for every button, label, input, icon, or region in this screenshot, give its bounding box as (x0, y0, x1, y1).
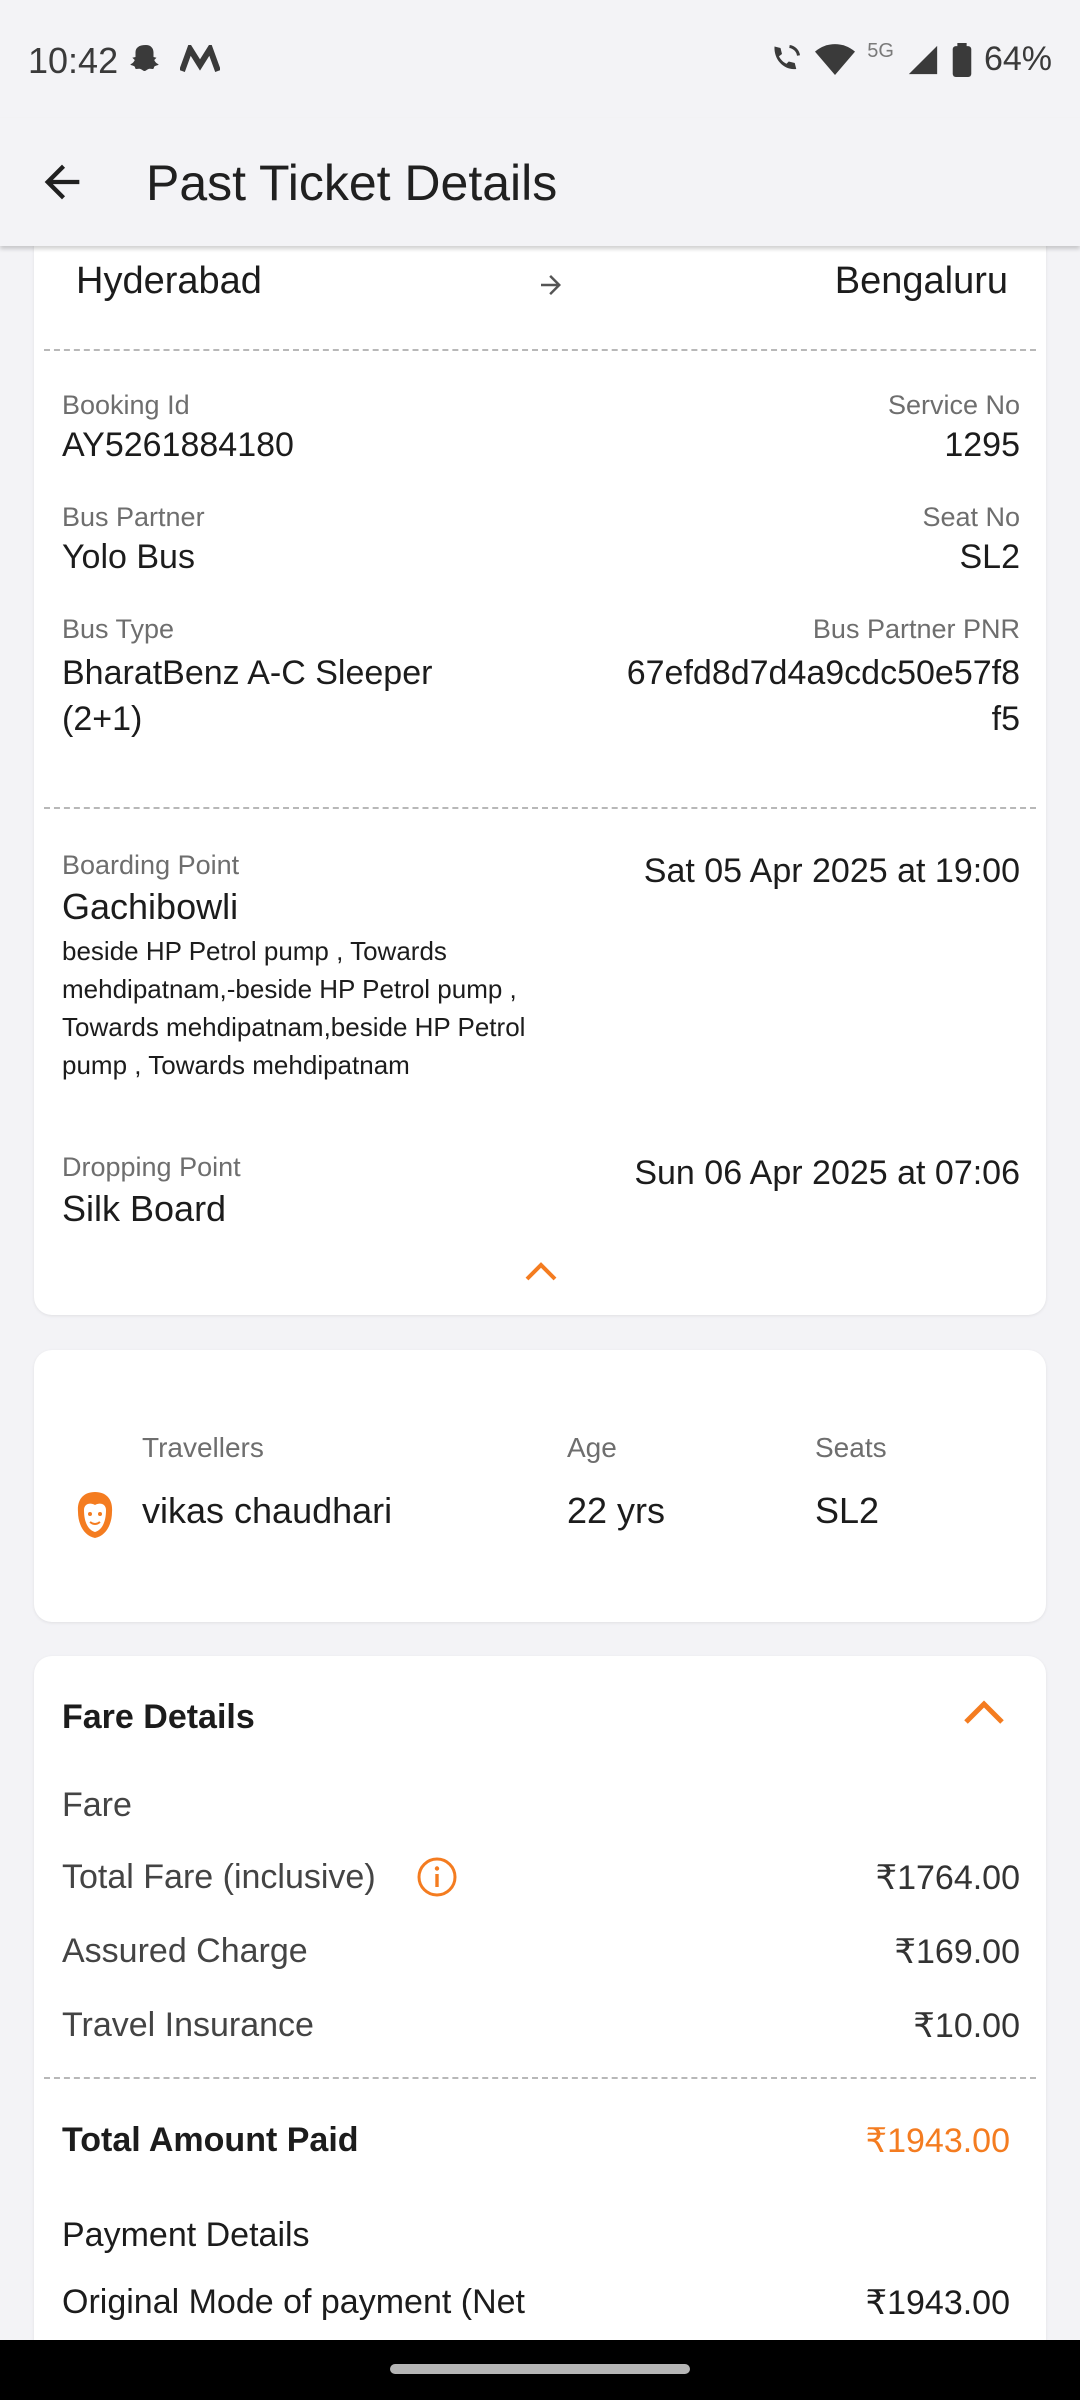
system-nav-bar (0, 2340, 1080, 2400)
boarding-point-address: beside HP Petrol pump , Towards mehdipat… (62, 936, 526, 1080)
boarding-point-name: Gachibowli (62, 886, 239, 927)
chevron-up-icon (964, 1700, 1004, 1724)
chevron-up-icon (525, 1262, 557, 1281)
total-fare-label: Total Fare (inclusive) (62, 1858, 376, 1896)
route-to: Bengaluru (834, 260, 1008, 302)
seat-no-value: SL2 (959, 538, 1021, 576)
dropping-point-label: Dropping Point (62, 1152, 241, 1182)
route-row: Hyderabad Bengaluru (76, 260, 1008, 320)
payment-mode-value: ₹1943.00 (865, 2284, 1010, 2322)
age-header: Age (567, 1432, 617, 1463)
travellers-header: Travellers (142, 1432, 264, 1463)
payment-details-title: Payment Details (62, 2216, 310, 2254)
bus-partner-value: Yolo Bus (62, 538, 195, 576)
service-no-value: 1295 (944, 426, 1020, 464)
battery-icon (952, 42, 972, 77)
traveller-seat: SL2 (815, 1490, 880, 1531)
fare-details-title: Fare Details (62, 1698, 255, 1736)
total-amount-value: ₹1943.00 (865, 2122, 1010, 2160)
travel-insurance-value: ₹10.00 (913, 2007, 1020, 2045)
total-amount-label: Total Amount Paid (62, 2121, 359, 2159)
arrow-right-icon (541, 275, 561, 295)
battery-percent: 64% (983, 40, 1052, 78)
divider (44, 807, 1036, 809)
boarding-point-label: Boarding Point (62, 850, 240, 880)
divider (44, 2077, 1036, 2079)
bus-partner-label: Bus Partner (62, 502, 205, 532)
bus-type-value-line1: BharatBenz A-C Sleeper (62, 654, 433, 692)
home-gesture-handle[interactable] (390, 2364, 690, 2374)
payment-mode-label: Original Mode of payment (Net (62, 2283, 525, 2321)
dropping-point-name: Silk Board (62, 1188, 227, 1229)
assured-charge-value: ₹169.00 (894, 1933, 1020, 1971)
seat-no-label: Seat No (922, 502, 1020, 532)
traveller-name: vikas chaudhari (142, 1490, 393, 1531)
seats-header: Seats (815, 1432, 887, 1463)
assured-charge-label: Assured Charge (62, 1932, 308, 1970)
pnr-value-line1: 67efd8d7d4a9cdc50e57f8 (626, 654, 1020, 692)
fare-section-label: Fare (62, 1786, 132, 1824)
wifi-call-icon (774, 44, 801, 69)
collapse-fare-button[interactable] (962, 1696, 1006, 1726)
status-time: 10:42 (28, 40, 119, 81)
network-type: 5G (867, 40, 894, 62)
bus-type-label: Bus Type (62, 614, 175, 644)
wifi-icon (815, 43, 856, 75)
page-title: Past Ticket Details (146, 155, 558, 211)
app-logo-icon (180, 45, 220, 73)
traveller-age: 22 yrs (567, 1490, 666, 1531)
total-fare-value: ₹1764.00 (875, 1859, 1020, 1897)
travellers-card: Travellers Age Seats vikas chaudhari 22 … (34, 1350, 1046, 1622)
booking-id-value: AY5261884180 (62, 426, 294, 464)
pnr-label: Bus Partner PNR (812, 614, 1020, 644)
fare-info-button[interactable] (416, 1856, 458, 1898)
booking-id-label: Booking Id (62, 390, 190, 420)
fare-details-card: Fare Details Fare Total Fare (inclusive)… (34, 1656, 1046, 2400)
dropping-datetime: Sun 06 Apr 2025 at 07:06 (634, 1154, 1020, 1192)
boarding-datetime: Sat 05 Apr 2025 at 19:00 (643, 852, 1020, 890)
travel-insurance-label: Travel Insurance (62, 2006, 314, 2044)
app-bar: Past Ticket Details (0, 118, 1080, 246)
service-no-label: Service No (887, 390, 1020, 420)
snapchat-icon (130, 45, 159, 71)
arrow-back-icon (44, 164, 80, 200)
status-bar: 10:42 5G 64% (0, 0, 1080, 118)
journey-card: Hyderabad Bengaluru Booking Id AY5261884… (34, 230, 1046, 1315)
pnr-value-line2: f5 (991, 700, 1020, 738)
info-icon (417, 1857, 457, 1897)
bus-type-value-line2: (2+1) (62, 700, 143, 738)
divider (44, 349, 1036, 351)
male-avatar-icon (77, 1492, 113, 1538)
back-button[interactable] (30, 150, 94, 214)
route-from: Hyderabad (76, 260, 262, 302)
signal-icon (908, 45, 938, 74)
collapse-journey-button[interactable] (524, 1260, 558, 1287)
